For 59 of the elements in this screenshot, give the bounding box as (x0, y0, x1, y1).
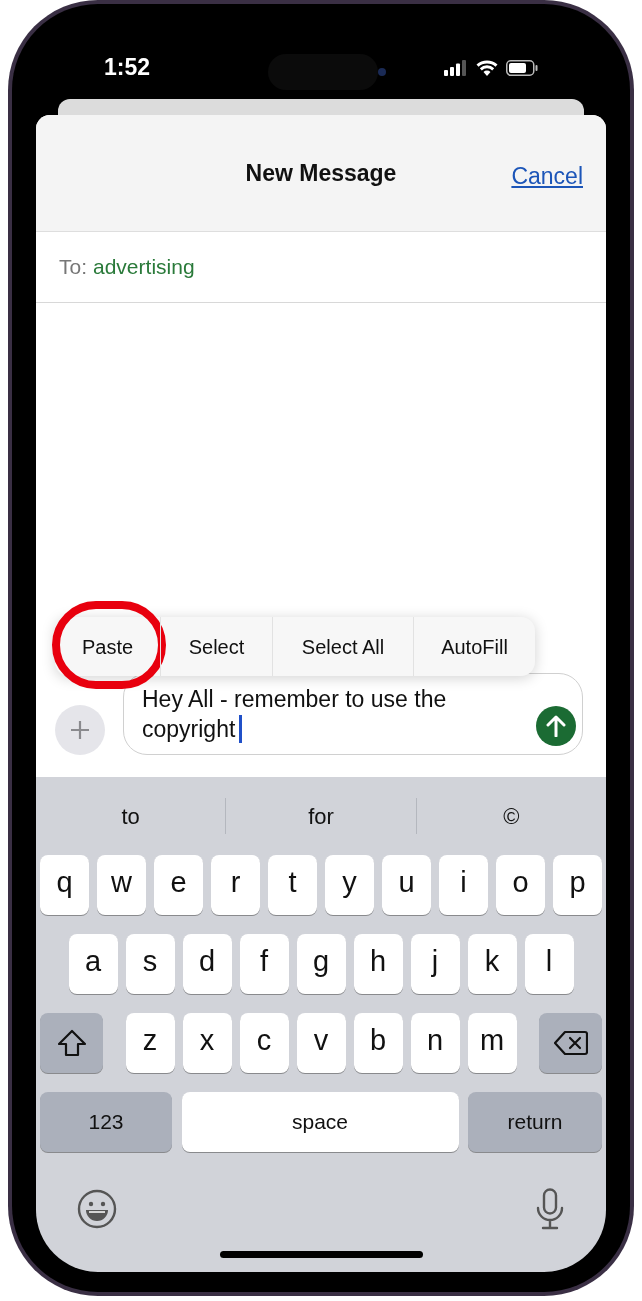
key[interactable]: j (410, 934, 460, 994)
recipient-name: advertising (93, 254, 195, 281)
text-cursor (239, 715, 243, 743)
key[interactable]: x (182, 1013, 232, 1073)
key[interactable]: o (496, 855, 545, 915)
key[interactable]: y (325, 855, 374, 915)
menu-item[interactable]: Select (186, 629, 247, 664)
key[interactable]: n (410, 1013, 460, 1073)
key[interactable]: f (239, 934, 289, 994)
key[interactable]: s (125, 934, 175, 994)
return-key[interactable]: return (468, 1092, 602, 1152)
key[interactable]: r (211, 855, 260, 915)
key[interactable]: i (439, 855, 488, 915)
menu-item[interactable]: Paste (79, 629, 136, 664)
delete-key[interactable] (539, 1013, 602, 1073)
send-button[interactable] (536, 706, 576, 746)
message-text: copyright (142, 715, 236, 744)
plus-icon (70, 720, 90, 740)
shift-icon (56, 1029, 87, 1057)
microphone-icon[interactable] (535, 1188, 565, 1230)
key[interactable]: b (353, 1013, 403, 1073)
suggestion[interactable]: © (503, 799, 520, 833)
key[interactable]: p (553, 855, 602, 915)
suggestion[interactable]: for (308, 799, 334, 833)
suggestion[interactable]: to (121, 799, 140, 833)
key[interactable]: k (467, 934, 517, 994)
key[interactable]: g (296, 934, 346, 994)
key[interactable]: z (125, 1013, 175, 1073)
status-time: 1:52 (104, 53, 151, 83)
key[interactable]: a (68, 934, 118, 994)
key[interactable]: h (353, 934, 403, 994)
key[interactable]: q (40, 855, 89, 915)
key[interactable]: u (382, 855, 431, 915)
key[interactable]: e (154, 855, 203, 915)
space-key[interactable]: space (181, 1092, 459, 1152)
wifi-icon (476, 59, 498, 76)
delete-icon (553, 1030, 588, 1056)
key[interactable]: c (239, 1013, 289, 1073)
cancel-link[interactable]: Cancel (511, 159, 583, 194)
key[interactable]: w (97, 855, 146, 915)
key[interactable]: l (524, 934, 574, 994)
emoji-icon[interactable] (77, 1189, 117, 1229)
numbers-key[interactable]: 123 (40, 1092, 172, 1152)
menu-item[interactable]: Select All (299, 629, 387, 664)
sheet-title: New Message (245, 158, 397, 188)
arrow-up-icon (546, 715, 566, 737)
menu-item[interactable]: AutoFill (439, 629, 510, 664)
message-field[interactable]: Hey All - remember to use the copyright (123, 673, 583, 755)
message-text: Hey All - remember to use the (142, 685, 447, 714)
attach-button[interactable] (55, 705, 105, 755)
key[interactable]: d (182, 934, 232, 994)
key[interactable]: t (268, 855, 317, 915)
key[interactable]: v (296, 1013, 346, 1073)
battery-icon (506, 59, 538, 76)
key[interactable]: m (467, 1013, 517, 1073)
camera-lens (378, 68, 386, 76)
signal-icon (444, 59, 468, 76)
to-label: To: (59, 254, 87, 281)
shift-key[interactable] (40, 1013, 103, 1073)
